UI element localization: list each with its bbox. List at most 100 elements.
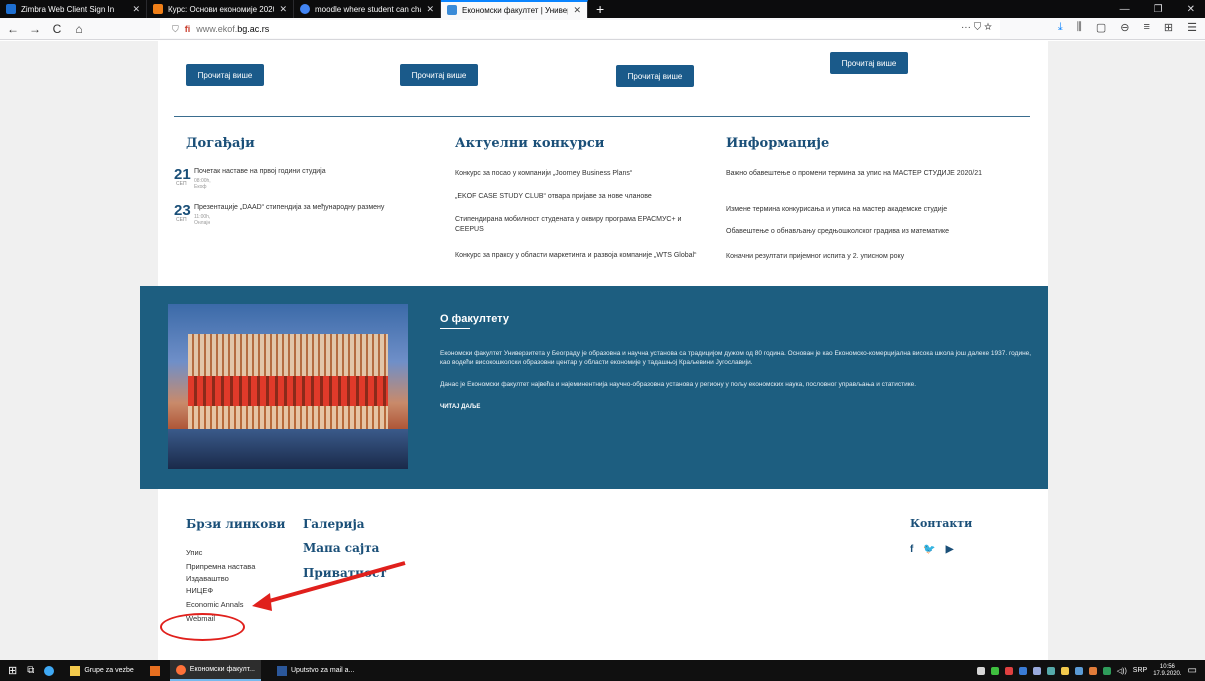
account-icon[interactable]: ⊖ bbox=[1120, 21, 1129, 34]
twitter-icon[interactable]: 🐦 bbox=[923, 544, 935, 555]
youtube-icon[interactable]: ▶ bbox=[946, 544, 954, 555]
annotation-circle bbox=[160, 613, 245, 641]
reload-icon[interactable]: C bbox=[48, 20, 66, 38]
tray-icon[interactable] bbox=[1060, 666, 1069, 675]
read-more-button[interactable]: Прочитај више bbox=[616, 65, 694, 87]
url-host: bg.ac.rs bbox=[237, 24, 270, 34]
new-tab-button[interactable]: + bbox=[588, 1, 612, 17]
menu-icon[interactable]: ☰ bbox=[1187, 21, 1197, 34]
close-icon[interactable]: ✕ bbox=[279, 4, 287, 15]
volume-icon[interactable]: ◁)) bbox=[1117, 667, 1127, 675]
footer-link-publishing[interactable]: Издаваштво bbox=[186, 574, 229, 583]
heading-underline bbox=[440, 328, 470, 329]
browser-tab-course[interactable]: Курс: Основи економије 2020 ✕ bbox=[147, 0, 294, 18]
site-info-icon[interactable]: ﬁ bbox=[185, 24, 191, 34]
contacts-heading: Контакти bbox=[910, 517, 973, 530]
contest-link[interactable]: Конкурс за праксу у области маркетинга и… bbox=[455, 251, 710, 261]
event-title[interactable]: Почетак наставе на првој години студија bbox=[194, 168, 434, 175]
contests-heading: Актуелни конкурси bbox=[455, 136, 605, 151]
social-links: f 🐦 ▶ bbox=[910, 544, 954, 555]
faculty-building-image bbox=[168, 304, 408, 469]
taskbar-item[interactable]: Економски факулт... bbox=[169, 660, 261, 681]
left-gutter bbox=[0, 41, 158, 660]
task-view-icon[interactable]: ⧉ bbox=[27, 665, 34, 676]
close-window-icon[interactable]: ✕ bbox=[1187, 4, 1195, 15]
contest-link[interactable]: Стипендирана мобилност студената у оквир… bbox=[455, 215, 710, 235]
downloads-icon[interactable]: ⤓ bbox=[1058, 21, 1063, 34]
event-meta: 08:00h, Екоф bbox=[194, 178, 211, 190]
maximize-icon[interactable]: ❐ bbox=[1154, 4, 1163, 15]
edge-icon[interactable] bbox=[44, 665, 55, 676]
tray-icon[interactable] bbox=[1102, 666, 1111, 675]
extension-icon[interactable]: ⊞ bbox=[1164, 21, 1173, 34]
sitemap-link[interactable]: Мапа сајта bbox=[303, 541, 379, 555]
close-icon[interactable]: ✕ bbox=[426, 4, 434, 15]
library-icon[interactable]: ⫼ bbox=[1077, 21, 1082, 34]
info-link[interactable]: Обавештење о обнављању средњошколског гр… bbox=[726, 227, 1006, 237]
facebook-icon[interactable]: f bbox=[910, 544, 913, 555]
event-month: СЕП bbox=[176, 181, 187, 187]
browser-tab-ekof[interactable]: Економски факултет | Универ ✕ bbox=[441, 0, 588, 18]
page-viewport: Прочитај више Прочитај више Прочитај виш… bbox=[0, 41, 1205, 660]
info-link[interactable]: Коначни резултати пријемног испита у 2. … bbox=[726, 252, 1006, 262]
url-prefix: www.ekof. bbox=[196, 24, 238, 34]
minimize-icon[interactable]: — bbox=[1120, 4, 1130, 15]
read-more-button[interactable]: Прочитај више bbox=[186, 64, 264, 86]
sidebar-icon[interactable]: ▢ bbox=[1096, 21, 1106, 34]
browser-tab-zimbra[interactable]: Zimbra Web Client Sign In ✕ bbox=[0, 0, 147, 18]
tray-icon[interactable] bbox=[1004, 666, 1013, 675]
tab-title: Курс: Основи економије 2020 bbox=[168, 4, 275, 14]
taskbar-item[interactable]: Grupe za vezbe bbox=[64, 660, 139, 681]
url-actions[interactable]: ··· ⛉ ☆ bbox=[961, 22, 992, 33]
shield-icon[interactable]: ⛉ bbox=[172, 24, 179, 35]
info-link[interactable]: Измене термина конкурисања и уписа на ма… bbox=[726, 205, 1006, 215]
office-icon[interactable] bbox=[149, 665, 160, 676]
clock[interactable]: 10:56 17.9.2020. bbox=[1153, 664, 1181, 678]
read-more-button[interactable]: Прочитај више bbox=[830, 52, 908, 74]
footer-link-enrollment[interactable]: Упис bbox=[186, 548, 202, 557]
event-meta: 11:00h, Онлајн bbox=[194, 214, 211, 226]
tray-icon[interactable] bbox=[976, 666, 985, 675]
language-indicator[interactable]: SRP bbox=[1133, 667, 1147, 674]
taskbar-item-label: Uputstvo za mail a... bbox=[290, 667, 355, 674]
footer-link-annals[interactable]: Economic Annals bbox=[186, 600, 244, 609]
contest-link[interactable]: Конкурс за посао у компанији „Joorney Bu… bbox=[455, 169, 710, 179]
forward-icon[interactable]: → bbox=[26, 20, 44, 38]
system-tray: ◁)) SRP 10:56 17.9.2020. ▭ bbox=[976, 664, 1205, 678]
about-paragraph-2: Данас је Економски факултет највећа и на… bbox=[440, 381, 917, 388]
tray-icon[interactable] bbox=[1032, 666, 1041, 675]
back-icon[interactable]: ← bbox=[4, 20, 22, 38]
tab-title: moodle where student can cha bbox=[315, 4, 422, 14]
reader-icon[interactable]: ≡ bbox=[1143, 21, 1149, 34]
taskbar-item[interactable]: Uputstvo za mail a... bbox=[271, 660, 360, 681]
tray-icon[interactable] bbox=[990, 666, 999, 675]
tray-icon[interactable] bbox=[1074, 666, 1083, 675]
home-icon[interactable]: ⌂ bbox=[70, 20, 88, 38]
privacy-link[interactable]: Приватност bbox=[303, 566, 387, 580]
word-icon bbox=[276, 665, 287, 676]
tray-icon[interactable] bbox=[1018, 666, 1027, 675]
notifications-icon[interactable]: ▭ bbox=[1188, 665, 1197, 676]
event-title[interactable]: Презентације „DAAD“ стипендија за међуна… bbox=[194, 204, 434, 211]
close-icon[interactable]: ✕ bbox=[132, 4, 140, 15]
url-bar[interactable]: ⛉ ﬁ www.ekof.bg.ac.rs ··· ⛉ ☆ bbox=[160, 20, 1000, 38]
tray-icon[interactable] bbox=[1046, 666, 1055, 675]
windows-start-icon[interactable]: ⊞ bbox=[8, 664, 17, 677]
browser-tab-google[interactable]: moodle where student can cha ✕ bbox=[294, 0, 441, 18]
taskbar-item-label: Економски факулт... bbox=[189, 666, 255, 673]
info-link[interactable]: Важно обавештење о промени термина за уп… bbox=[726, 169, 1006, 179]
close-icon[interactable]: ✕ bbox=[573, 5, 581, 16]
right-gutter bbox=[1048, 41, 1205, 660]
footer-link-nicef[interactable]: НИЦЕФ bbox=[186, 586, 213, 595]
tray-icon[interactable] bbox=[1088, 666, 1097, 675]
read-further-link[interactable]: ЧИТАЈ ДАЉЕ bbox=[440, 404, 480, 410]
taskbar-item-label: Grupe za vezbe bbox=[84, 667, 134, 674]
moodle-favicon-icon bbox=[153, 4, 163, 14]
footer-link-prep[interactable]: Припремна настава bbox=[186, 562, 255, 571]
toolbar-icons: ⤓ ⫼ ▢ ⊖ ≡ ⊞ ☰ bbox=[1058, 21, 1197, 34]
events-heading: Догађаји bbox=[186, 136, 255, 151]
contest-link[interactable]: „EKOF CASE STUDY CLUB“ отвара пријаве за… bbox=[455, 192, 710, 202]
read-more-button[interactable]: Прочитај више bbox=[400, 64, 478, 86]
about-section: О факултету Економски факултет Универзит… bbox=[140, 286, 1048, 489]
gallery-link[interactable]: Галерија bbox=[303, 517, 365, 531]
